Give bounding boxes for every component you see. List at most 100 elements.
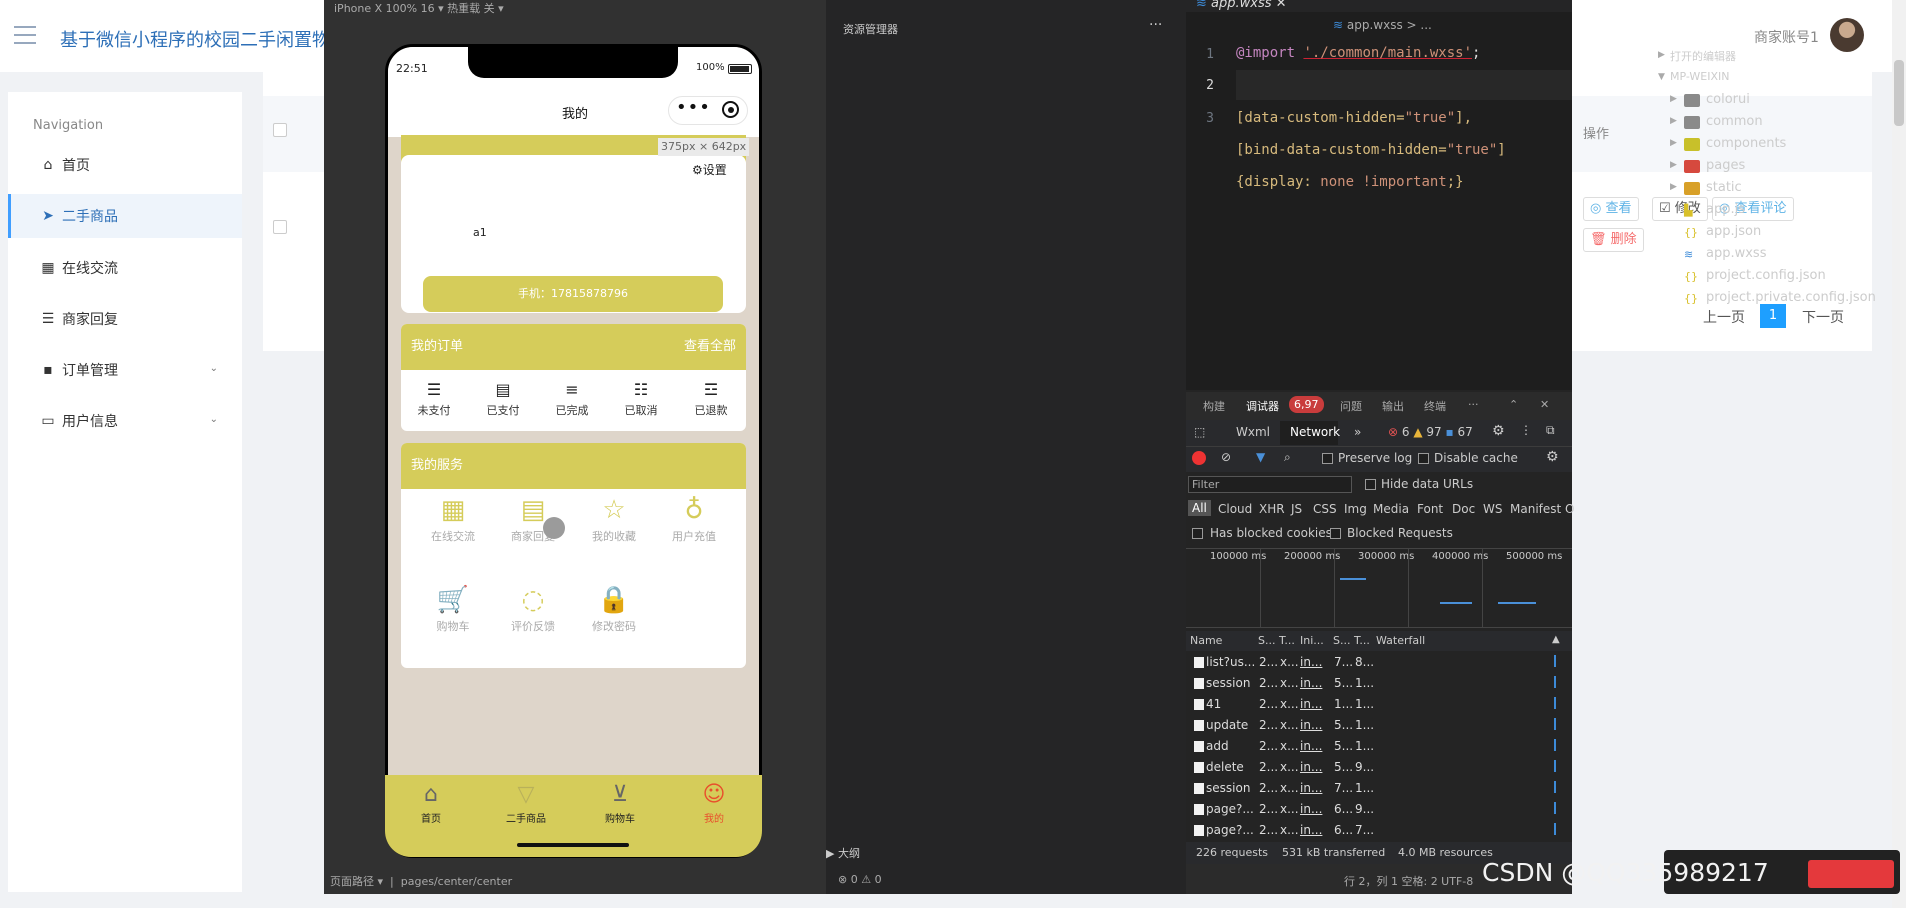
sidebar-item-users[interactable]: ▭ 用户信息 ⌄ xyxy=(8,399,242,443)
settings-button[interactable]: ⚙设置 xyxy=(692,161,727,178)
order-unpaid[interactable]: ☰ 未支付 xyxy=(404,380,464,418)
undock-icon[interactable]: ⧉ xyxy=(1546,423,1555,438)
folder-components[interactable]: ▶ components xyxy=(826,134,1786,156)
tab-home[interactable]: ⌂ 首页 xyxy=(396,780,466,825)
menu-toggle-icon[interactable] xyxy=(14,26,36,46)
view-button[interactable]: ◎ 查看 xyxy=(1583,197,1639,221)
open-editors-section[interactable]: ▶ 打开的编辑器 xyxy=(826,46,1736,68)
file-project-config[interactable]: {} project.config.json xyxy=(826,266,1826,288)
tab-goods[interactable]: ▽ 二手商品 xyxy=(491,780,561,825)
service-password[interactable]: 🔒 修改密码 xyxy=(579,582,649,634)
page-path-bar[interactable]: 页面路径 ▾ | pages/center/center xyxy=(330,873,512,889)
table-row[interactable]: page?... 2... x... in... 6... 7... xyxy=(1186,820,1572,841)
sidebar-item-orders[interactable]: ▪ 订单管理 ⌄ xyxy=(8,348,242,392)
problems-count[interactable]: ⊗ 0 ⚠ 0 xyxy=(838,873,882,886)
pager-next[interactable]: 下一页 xyxy=(1802,307,1844,327)
simulator-device-select[interactable]: iPhone X 100% 16 ▾ 热重载 关 ▾ xyxy=(334,0,504,16)
column-initiator[interactable]: Ini... xyxy=(1300,634,1324,647)
gear-icon[interactable]: ⚙ xyxy=(1546,449,1559,465)
type-all[interactable]: All xyxy=(1188,500,1211,516)
chevron-up-icon[interactable]: ⌃ xyxy=(1509,398,1518,411)
folder-static[interactable]: ▶ static xyxy=(826,178,1742,200)
type-other[interactable]: O xyxy=(1565,502,1574,516)
table-row[interactable]: 41 2... x... in... 1... 1... xyxy=(1186,694,1572,715)
pager-current-page[interactable]: 1 xyxy=(1760,304,1786,328)
avatar[interactable] xyxy=(1830,18,1864,52)
service-feedback[interactable]: ◌ 评价反馈 xyxy=(498,582,568,634)
type-media[interactable]: Media xyxy=(1373,502,1409,516)
type-ws[interactable]: WS xyxy=(1483,502,1502,516)
sidebar-item-replies[interactable]: ☰ 商家回复 xyxy=(8,297,242,341)
code-line[interactable]: [bind-data-custom-hidden="true"] xyxy=(1236,142,1506,158)
column-status[interactable]: S... xyxy=(1258,634,1275,647)
order-refunded[interactable]: ☲ 已退款 xyxy=(681,380,741,418)
more-icon[interactable]: ··· xyxy=(1149,17,1162,33)
type-xhr[interactable]: XHR xyxy=(1259,502,1285,516)
more-icon[interactable]: ••• xyxy=(676,97,711,118)
close-miniprogram-icon[interactable] xyxy=(722,101,739,118)
delete-button[interactable]: 🗑 删除 xyxy=(1583,228,1644,252)
select-all-checkbox[interactable] xyxy=(273,123,287,137)
filter-input[interactable]: Filter xyxy=(1188,476,1352,493)
table-row[interactable]: list?us... 2... x... in... 7... 8... xyxy=(1186,652,1572,673)
filter-icon[interactable]: ▼ xyxy=(1256,450,1265,464)
order-cancelled[interactable]: ☷ 已取消 xyxy=(611,380,671,418)
sidebar-item-home[interactable]: ⌂ 首页 xyxy=(8,143,242,187)
search-icon[interactable]: ⌕ xyxy=(1284,450,1291,465)
tab-debugger[interactable]: 调试器 xyxy=(1246,398,1279,414)
type-manifest[interactable]: Manifest xyxy=(1510,502,1561,516)
close-icon[interactable]: ✕ xyxy=(1540,398,1549,411)
column-size[interactable]: S... xyxy=(1333,634,1350,647)
code-line[interactable]: {display: none !important;} xyxy=(1236,174,1464,190)
tab-wxml[interactable]: Wxml xyxy=(1236,425,1270,439)
sidebar-item-chat[interactable]: ▦ 在线交流 xyxy=(8,246,242,290)
table-row[interactable]: session 2... x... in... 7... 1... xyxy=(1186,778,1572,799)
inspect-icon[interactable]: ⬚ xyxy=(1194,425,1205,439)
code-line[interactable]: @import './common/main.wxss'; xyxy=(1236,45,1480,61)
folder-colorui[interactable]: ▶ colorui xyxy=(826,90,1750,112)
disable-cache-checkbox[interactable] xyxy=(1418,453,1429,464)
file-app-wxss[interactable]: ≋ app.wxss xyxy=(826,244,1766,266)
outline-section[interactable]: ▶ 大纲 xyxy=(826,845,860,861)
service-cart[interactable]: 🛒 购物车 xyxy=(418,582,488,634)
column-waterfall[interactable]: Waterfall xyxy=(1376,634,1425,647)
has-blocked-cookies-checkbox[interactable] xyxy=(1192,528,1203,539)
order-paid[interactable]: ▤ 已支付 xyxy=(473,380,533,418)
sort-up-icon[interactable]: ▲ xyxy=(1552,634,1560,645)
file-project-private-config[interactable]: {} project.private.config.json xyxy=(826,288,1876,310)
folder-pages[interactable]: ▶ pages xyxy=(826,156,1745,178)
more-tabs-icon[interactable]: » xyxy=(1354,425,1361,439)
service-chat[interactable]: ▦ 在线交流 xyxy=(418,492,488,544)
table-row[interactable]: delete 2... x... in... 5... 9... xyxy=(1186,757,1572,778)
pager-prev[interactable]: 上一页 xyxy=(1703,307,1745,327)
tab-terminal[interactable]: 终端 xyxy=(1424,398,1446,414)
order-completed[interactable]: ≡ 已完成 xyxy=(542,380,602,418)
type-cloud[interactable]: Cloud xyxy=(1218,502,1252,516)
preserve-log-checkbox[interactable] xyxy=(1322,453,1333,464)
type-font[interactable]: Font xyxy=(1417,502,1443,516)
type-js[interactable]: JS xyxy=(1291,502,1302,516)
folder-common[interactable]: ▶ common xyxy=(826,112,1763,134)
type-doc[interactable]: Doc xyxy=(1452,502,1475,516)
console-counts[interactable]: ⊗ 6 ▲ 97 ▪ 67 xyxy=(1388,425,1473,439)
more-icon[interactable]: ··· xyxy=(1468,398,1479,411)
close-icon[interactable]: ✕ xyxy=(1276,0,1287,11)
code-line[interactable]: [data-custom-hidden="true"], xyxy=(1236,110,1472,126)
tab-output[interactable]: 输出 xyxy=(1382,398,1404,414)
view-all-orders-link[interactable]: 查看全部 xyxy=(684,324,736,370)
column-name[interactable]: Name xyxy=(1190,634,1222,647)
type-img[interactable]: Img xyxy=(1344,502,1367,516)
column-type[interactable]: T... xyxy=(1279,634,1295,647)
phone-number-button[interactable]: 手机：17815878796 xyxy=(423,276,723,312)
file-app-js[interactable]: ▙ app.js xyxy=(826,200,1745,222)
file-app-json[interactable]: {} app.json xyxy=(826,222,1761,244)
project-root[interactable]: ▼ MP-WEIXIN xyxy=(826,68,1730,90)
kebab-icon[interactable]: ⋮ xyxy=(1520,423,1532,437)
clear-icon[interactable]: ⊘ xyxy=(1221,450,1231,464)
table-row[interactable]: update 2... x... in... 5... 1... xyxy=(1186,715,1572,736)
table-row[interactable]: page?... 2... x... in... 6... 9... xyxy=(1186,799,1572,820)
sidebar-item-goods[interactable]: ➤ 二手商品 xyxy=(8,194,242,238)
blocked-requests-checkbox[interactable] xyxy=(1330,528,1341,539)
row-checkbox[interactable] xyxy=(273,220,287,234)
tab-mine[interactable]: ☺ 我的 xyxy=(679,780,749,825)
